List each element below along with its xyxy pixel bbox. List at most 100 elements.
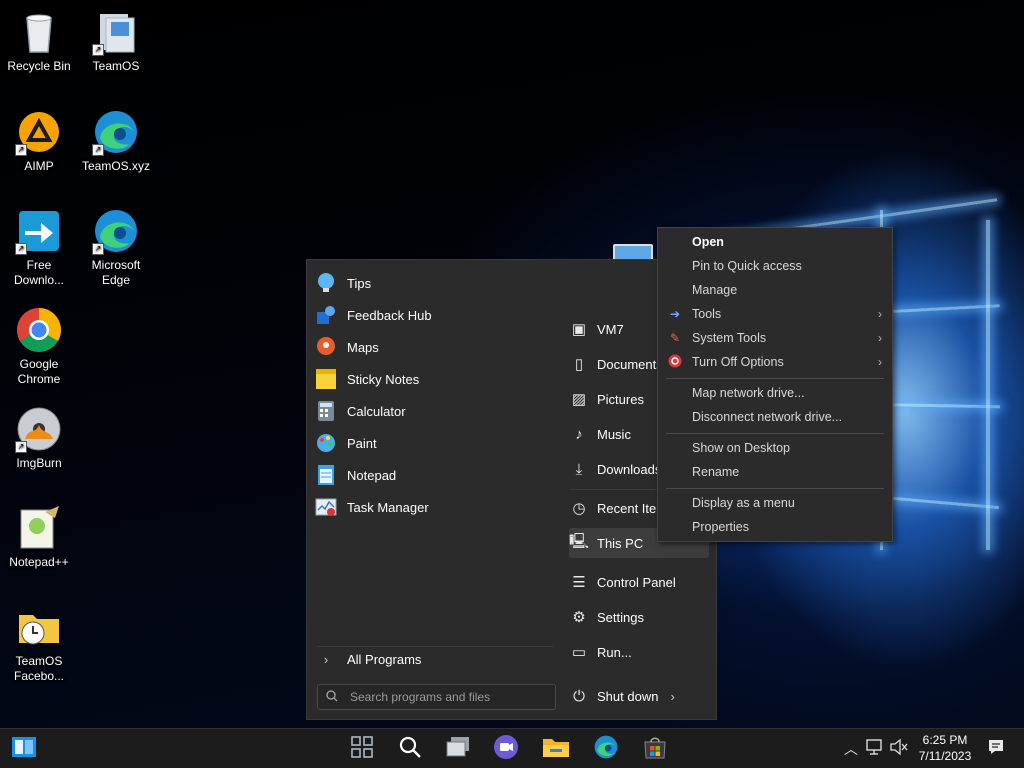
notification-icon (987, 738, 1005, 761)
file-explorer-button[interactable] (542, 735, 570, 763)
ctx-show-on-desktop[interactable]: Show on Desktop (658, 437, 892, 459)
all-programs-label: All Programs (347, 651, 422, 667)
desktop-icon-teamos[interactable]: ↗ TeamOS (77, 6, 155, 74)
ctx-manage[interactable]: Manage (658, 279, 892, 301)
store-button[interactable] (641, 735, 669, 763)
program-feedback-hub[interactable]: Feedback Hub (315, 301, 555, 329)
taskbar: ︿ 6:25 PM 7/11/2023 (0, 728, 1024, 768)
clock-time: 6:25 PM (922, 733, 968, 747)
task-view-button[interactable] (348, 735, 376, 763)
tools-arrow-icon: ➔ (669, 307, 681, 321)
network-button[interactable] (864, 735, 886, 763)
calculator-icon (315, 400, 337, 422)
place-settings[interactable]: ⚙ Settings (569, 602, 709, 632)
run-icon: ▭ (571, 644, 587, 661)
desktop-icon-microsoft-edge[interactable]: ↗ Microsoft Edge (77, 205, 155, 288)
notepad-icon (315, 464, 337, 486)
desktop-icon-google-chrome[interactable]: Google Chrome (0, 304, 78, 387)
clock[interactable]: 6:25 PM 7/11/2023 (912, 732, 978, 764)
shutdown-button[interactable]: ⏻ Shut down › (569, 681, 679, 711)
ctx-label: Disconnect network drive... (692, 410, 843, 424)
place-label: Downloads (597, 461, 662, 477)
ctx-turn-off-options[interactable]: Turn Off Options › (658, 351, 892, 373)
desktop-icon-teamos-xyz[interactable]: ↗ TeamOS.xyz (77, 106, 155, 174)
ctx-properties[interactable]: Properties (658, 516, 892, 538)
search-box[interactable] (317, 684, 556, 710)
start-button[interactable] (10, 735, 38, 763)
desktop-icon-recycle-bin[interactable]: Recycle Bin (0, 6, 78, 74)
desktop-icon-teamos-facebook[interactable]: TeamOS Facebo... (0, 601, 78, 684)
desktop-icon-free-download-manager[interactable]: ↗ Free Downlo... (0, 205, 78, 288)
volume-icon (889, 738, 909, 761)
window-app-button[interactable] (444, 735, 472, 763)
sticky-notes-icon (315, 368, 337, 390)
program-maps[interactable]: Maps (315, 333, 555, 361)
desktop-icon-imgburn[interactable]: ↗ ImgBurn (0, 403, 78, 471)
teamos-shortcut-icon: ↗ (92, 8, 140, 56)
shortcut-arrow-icon: ↗ (15, 144, 27, 156)
all-programs-button[interactable]: › All Programs (315, 645, 555, 673)
ctx-label: System Tools (692, 331, 767, 345)
program-tips[interactable]: Tips (315, 269, 555, 297)
search-input[interactable] (348, 689, 542, 705)
ctx-label: Properties (692, 520, 749, 534)
program-sticky-notes[interactable]: Sticky Notes (315, 365, 555, 393)
ctx-pin-quick-access[interactable]: Pin to Quick access (658, 255, 892, 277)
edge-icon: ↗ (92, 207, 140, 255)
search-button[interactable] (396, 735, 424, 763)
power-icon (658, 354, 692, 371)
teams-button[interactable] (492, 734, 520, 765)
ctx-disconnect-network-drive[interactable]: Disconnect network drive... (658, 406, 892, 428)
ctx-tools[interactable]: ➔ Tools › (658, 303, 892, 325)
separator (666, 378, 884, 379)
task-view-icon (350, 735, 374, 764)
desktop-icon-label: ImgBurn (16, 456, 62, 470)
document-icon: ▯ (574, 356, 584, 373)
program-notepad[interactable]: Notepad (315, 461, 555, 489)
store-icon (642, 734, 668, 765)
program-label: Feedback Hub (347, 307, 432, 323)
ctx-label: Manage (692, 283, 738, 297)
desktop-icon-notepadpp[interactable]: Notepad++ (0, 502, 78, 570)
notepadpp-icon (15, 504, 63, 552)
program-paint[interactable]: Paint (315, 429, 555, 457)
show-hidden-icons-button[interactable]: ︿ (840, 735, 862, 763)
context-menu: Open Pin to Quick access Manage ➔ Tools ›… (657, 227, 893, 542)
shortcut-arrow-icon: ↗ (92, 44, 104, 56)
ctx-rename[interactable]: Rename (658, 461, 892, 483)
teams-icon (493, 734, 519, 765)
program-label: Task Manager (347, 499, 429, 515)
music-icon: ♪ (575, 425, 583, 443)
ctx-display-as-menu[interactable]: Display as a menu (658, 492, 892, 514)
chevron-right-icon[interactable]: › (670, 689, 674, 704)
edge-icon (593, 734, 619, 765)
place-run[interactable]: ▭ Run... (569, 637, 709, 667)
desktop-icon-label: TeamOS Facebo... (13, 654, 65, 683)
ctx-system-tools[interactable]: ✎ System Tools › (658, 327, 892, 349)
volume-button[interactable] (888, 735, 910, 763)
feedback-hub-icon (315, 304, 337, 326)
place-label: This PC (597, 535, 644, 551)
place-label: Control Panel (597, 574, 676, 590)
desktop-icon-label: Google Chrome (17, 357, 61, 386)
program-task-manager[interactable]: Task Manager (315, 493, 555, 521)
desktop-icon-aimp[interactable]: ↗ AIMP (0, 106, 78, 174)
place-label: Pictures (597, 391, 644, 407)
ctx-label: Open (692, 235, 724, 249)
ctx-map-network-drive[interactable]: Map network drive... (658, 382, 892, 404)
chevron-right-icon: › (878, 331, 882, 345)
edge-button[interactable] (592, 735, 620, 763)
ctx-label: Rename (692, 465, 740, 479)
place-label: Run... (597, 644, 632, 660)
computer-icon: 🖳 (569, 532, 590, 550)
program-calculator[interactable]: Calculator (315, 397, 555, 425)
notification-center-button[interactable] (984, 735, 1008, 763)
place-label: Music (597, 426, 631, 442)
desktop-icon-label: AIMP (24, 159, 54, 173)
download-icon: ⤓ (575, 460, 583, 478)
ctx-label: Map network drive... (692, 386, 805, 400)
ctx-open[interactable]: Open (658, 231, 892, 253)
place-control-panel[interactable]: ☰ Control Panel (569, 567, 709, 597)
power-icon: ⏻ (573, 687, 585, 705)
gear-icon: ⚙ (572, 609, 586, 626)
